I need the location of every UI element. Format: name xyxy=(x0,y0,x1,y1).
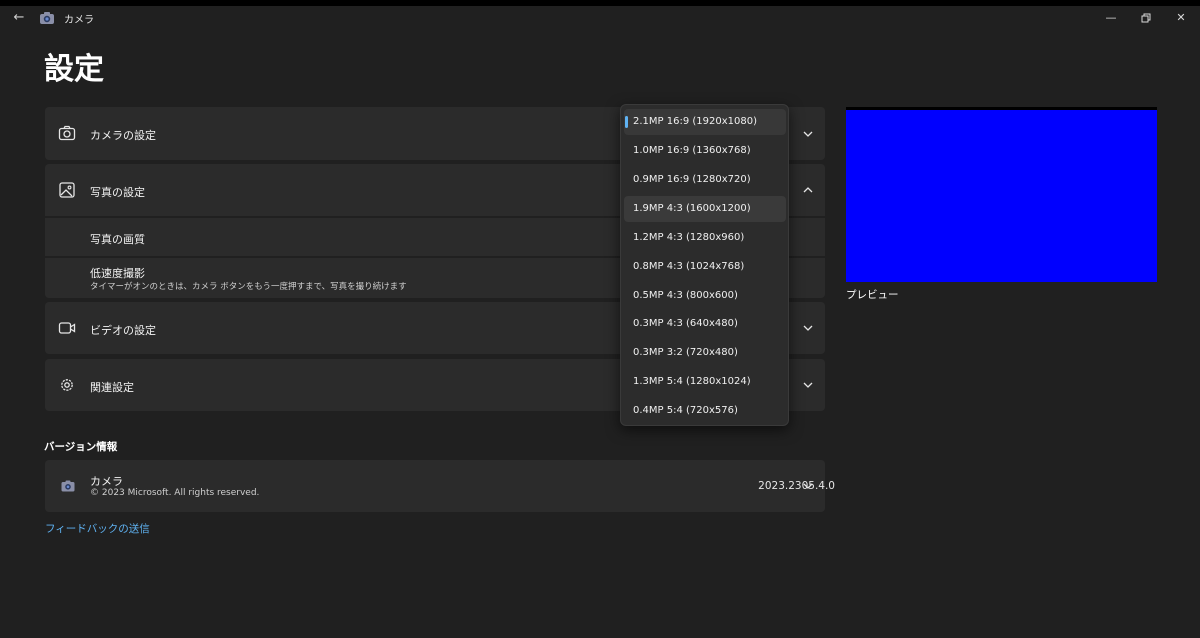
chevron-down-icon[interactable] xyxy=(802,128,814,140)
resolution-option[interactable]: 0.4MP 5:4 (720x576) xyxy=(624,398,786,424)
related-settings-label: 関連設定 xyxy=(90,381,134,394)
camera-app-icon xyxy=(61,480,75,492)
resolution-dropdown[interactable]: 2.1MP 16:9 (1920x1080) 1.0MP 16:9 (1360x… xyxy=(620,104,789,426)
timelapse-description: タイマーがオンのときは、カメラ ボタンをもう一度押すまで、写真を撮り続けます xyxy=(90,282,407,292)
close-button[interactable]: ✕ xyxy=(1172,10,1190,26)
resolution-option[interactable]: 1.0MP 16:9 (1360x768) xyxy=(624,138,786,164)
video-icon xyxy=(58,322,76,334)
about-section-title: バージョン情報 xyxy=(44,441,118,453)
video-settings-label: ビデオの設定 xyxy=(90,324,156,337)
camera-app-icon xyxy=(40,12,54,24)
preview-label: プレビュー xyxy=(846,289,899,301)
preview-image xyxy=(846,107,1157,282)
restore-button[interactable] xyxy=(1137,10,1155,26)
page-title: 設定 xyxy=(44,52,104,87)
chevron-down-icon[interactable] xyxy=(802,480,814,492)
resolution-option[interactable]: 1.9MP 4:3 (1600x1200) xyxy=(624,196,786,222)
gear-icon xyxy=(61,379,73,391)
photo-quality-label: 写真の画質 xyxy=(90,233,145,246)
resolution-option[interactable]: 0.5MP 4:3 (800x600) xyxy=(624,283,786,309)
resolution-option[interactable]: 0.3MP 4:3 (640x480) xyxy=(624,311,786,337)
camera-icon xyxy=(58,125,76,141)
resolution-option[interactable]: 1.2MP 4:3 (1280x960) xyxy=(624,225,786,251)
photo-settings-label: 写真の設定 xyxy=(90,186,145,199)
resolution-option[interactable]: 0.8MP 4:3 (1024x768) xyxy=(624,254,786,280)
window-title: カメラ xyxy=(64,15,94,26)
about-card[interactable]: カメラ © 2023 Microsoft. All rights reserve… xyxy=(45,460,835,512)
chevron-up-icon[interactable] xyxy=(802,184,814,196)
about-app-name: カメラ xyxy=(90,475,123,488)
camera-settings-label: カメラの設定 xyxy=(90,129,156,142)
title-bar: ← カメラ — ✕ xyxy=(0,6,1200,30)
selected-indicator xyxy=(625,116,628,128)
resolution-option[interactable]: 2.1MP 16:9 (1920x1080) xyxy=(624,109,786,135)
resolution-option[interactable]: 0.3MP 3:2 (720x480) xyxy=(624,340,786,366)
version-number: 2023.2305.4.0 xyxy=(758,480,835,492)
image-icon xyxy=(59,182,75,198)
resolution-option[interactable]: 1.3MP 5:4 (1280x1024) xyxy=(624,369,786,395)
timelapse-title: 低速度撮影 xyxy=(90,267,145,280)
minimize-button[interactable]: — xyxy=(1102,10,1120,26)
resolution-option[interactable]: 0.9MP 16:9 (1280x720) xyxy=(624,167,786,193)
chevron-down-icon[interactable] xyxy=(802,322,814,334)
copyright-text: © 2023 Microsoft. All rights reserved. xyxy=(90,488,260,498)
restore-icon xyxy=(1141,13,1151,23)
feedback-link[interactable]: フィードバックの送信 xyxy=(45,521,150,536)
chevron-down-icon[interactable] xyxy=(802,379,814,391)
back-arrow-icon[interactable]: ← xyxy=(10,9,28,27)
